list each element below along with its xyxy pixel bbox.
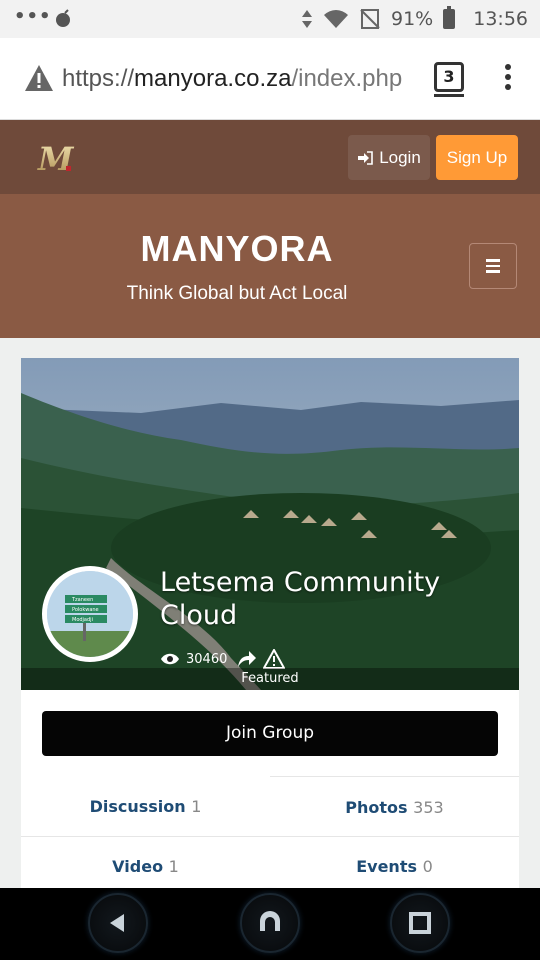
share-icon[interactable]: [237, 650, 257, 668]
battery-icon: [443, 6, 456, 29]
sign-in-icon: [358, 150, 373, 165]
tab-events-count: 0: [422, 857, 433, 876]
join-group-button[interactable]: Join Group: [42, 711, 498, 756]
url-host: manyora.co.za: [134, 65, 292, 92]
tab-events[interactable]: Events 0: [270, 857, 519, 876]
tab-video[interactable]: Video 1: [21, 857, 270, 876]
no-signal-icon: [360, 9, 380, 29]
home-icon: [260, 911, 280, 931]
bomb-icon: [56, 9, 70, 27]
url-path: /index.php: [291, 65, 403, 92]
svg-text:Polokwane: Polokwane: [72, 607, 99, 613]
wifi-icon: [324, 10, 348, 28]
tab-discussion-label: Discussion: [89, 797, 186, 816]
featured-label: Featured: [21, 668, 519, 690]
site-logo[interactable]: M: [36, 140, 76, 176]
eye-icon: [161, 653, 179, 665]
site-title: MANYORA: [140, 228, 334, 269]
tab-discussion[interactable]: Discussion 1: [21, 797, 270, 816]
tab-photos-label: Photos: [345, 798, 408, 817]
hamburger-menu-button[interactable]: [469, 243, 517, 289]
tab-events-label: Events: [356, 857, 417, 876]
tab-video-count: 1: [168, 857, 179, 876]
tab-video-label: Video: [112, 857, 164, 876]
url-text[interactable]: https://manyora.co.za/index.php: [62, 65, 414, 93]
back-icon: [110, 914, 124, 932]
tab-switcher-button[interactable]: 3: [434, 62, 464, 97]
site-tagline: Think Global but Act Local: [126, 283, 348, 304]
divider: [21, 836, 519, 837]
report-warning-icon[interactable]: [263, 649, 286, 669]
status-bar: ••• 91% 13:56: [0, 0, 540, 38]
group-avatar[interactable]: Tzaneen Polokwane Modjadji: [42, 566, 138, 662]
login-button[interactable]: Login: [348, 135, 430, 180]
data-arrows-icon: [302, 10, 312, 28]
clock: 13:56: [473, 8, 528, 30]
browser-url-bar: https://manyora.co.za/index.php 3: [0, 38, 540, 120]
tab-discussion-count: 1: [191, 797, 202, 816]
battery-percent: 91%: [391, 8, 434, 30]
overflow-menu-icon[interactable]: [500, 64, 516, 94]
recents-icon: [409, 912, 431, 934]
warning-icon[interactable]: [24, 64, 54, 92]
svg-text:Modjadji: Modjadji: [72, 617, 93, 623]
home-button[interactable]: [240, 893, 300, 953]
signup-button[interactable]: Sign Up: [436, 135, 518, 180]
login-label: Login: [379, 147, 421, 167]
group-name[interactable]: Letsema Community Cloud: [160, 566, 490, 632]
svg-text:Tzaneen: Tzaneen: [71, 597, 93, 603]
url-scheme: https://: [62, 65, 135, 92]
dots-icon: •••: [14, 6, 52, 27]
tab-photos[interactable]: Photos 353: [270, 798, 519, 817]
tab-photos-count: 353: [413, 798, 444, 817]
divider: [270, 776, 519, 777]
recents-button[interactable]: [390, 893, 450, 953]
view-count: 30460: [186, 651, 228, 667]
back-button[interactable]: [88, 893, 148, 953]
